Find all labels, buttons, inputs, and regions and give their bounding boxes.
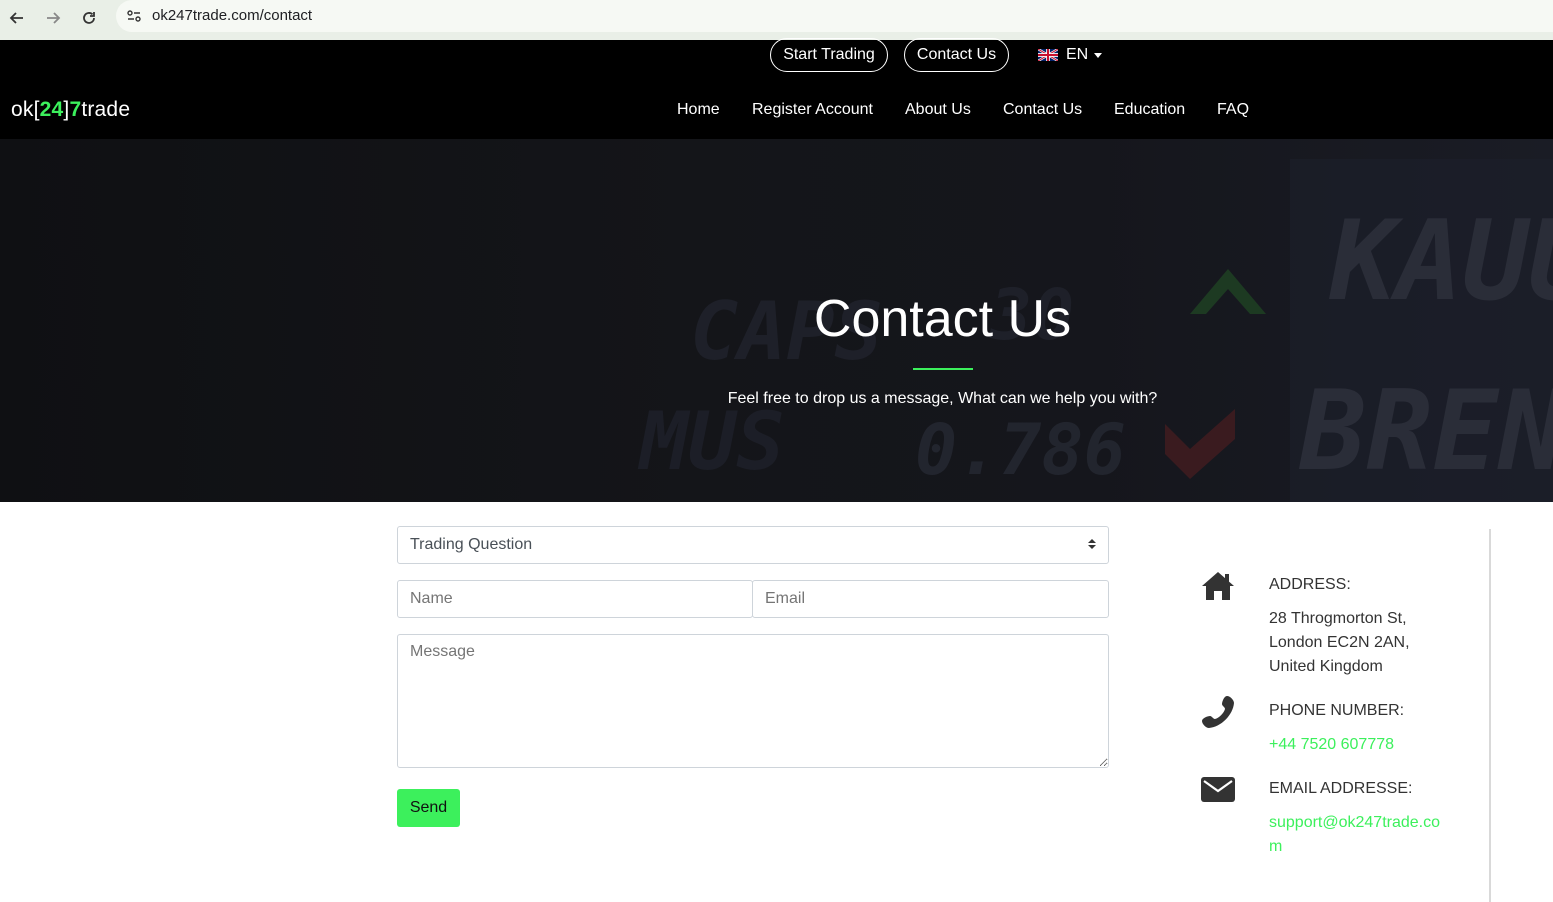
nav-home[interactable]: Home — [677, 101, 720, 119]
forward-icon[interactable] — [39, 4, 67, 32]
nav-about-us[interactable]: About Us — [905, 101, 971, 119]
logo-num2: 7 — [69, 98, 82, 121]
language-label: EN — [1066, 46, 1089, 63]
divider — [1489, 529, 1491, 902]
topic-select-value: Trading Question — [410, 536, 533, 553]
chevron-down-icon — [1094, 52, 1103, 58]
svg-text:0.786: 0.786 — [915, 409, 1126, 491]
svg-text:MUS: MUS — [637, 395, 785, 488]
site-settings-icon[interactable] — [122, 4, 146, 28]
page-title: Contact Us — [813, 290, 1072, 348]
phone-link[interactable]: +44 7520 607778 — [1269, 733, 1394, 757]
browser-toolbar: ok247trade.com/contact — [0, 0, 1553, 40]
phone-label: PHONE NUMBER: — [1269, 702, 1405, 719]
home-icon — [1200, 568, 1236, 604]
address-line-1: 28 Throgmorton St, — [1269, 610, 1407, 627]
nav-faq[interactable]: FAQ — [1217, 101, 1249, 119]
nav-register-account[interactable]: Register Account — [752, 101, 873, 119]
site-header: Start Trading Contact Us EN ok[24]7trade… — [0, 38, 1553, 139]
nav-contact-us[interactable]: Contact Us — [1003, 101, 1082, 119]
back-icon[interactable] — [3, 4, 31, 32]
logo-num1: 24 — [39, 98, 64, 121]
email-line-2: m — [1269, 838, 1283, 855]
address-line-2: London EC2N 2AN, — [1269, 634, 1410, 651]
logo-suffix: trade — [81, 98, 131, 121]
url-text: ok247trade.com/contact — [152, 7, 313, 24]
title-underline — [913, 368, 973, 370]
envelope-icon — [1200, 774, 1236, 810]
site-logo[interactable]: ok[24]7trade — [11, 98, 130, 122]
svg-text:BREN: BREN — [1298, 367, 1553, 495]
page-subtitle: Feel free to drop us a message, What can… — [727, 390, 1158, 407]
address-label: ADDRESS: — [1269, 576, 1351, 593]
nav-education[interactable]: Education — [1114, 101, 1185, 119]
send-button[interactable]: Send — [397, 789, 460, 827]
address-bar[interactable]: ok247trade.com/contact — [116, 0, 1553, 32]
reload-icon[interactable] — [75, 4, 103, 32]
language-selector[interactable]: EN — [1038, 46, 1103, 64]
name-field[interactable] — [397, 580, 753, 618]
uk-flag-icon — [1038, 49, 1058, 61]
address-value: 28 Throgmorton St, London EC2N 2AN, Unit… — [1269, 607, 1410, 679]
hero-banner: KAUU BREN CAPS 30 MUS 0.786 Contact Us F… — [0, 139, 1553, 502]
message-field[interactable] — [397, 634, 1109, 768]
start-trading-button[interactable]: Start Trading — [770, 38, 888, 72]
phone-icon — [1200, 694, 1236, 730]
email-label: EMAIL ADDRESSE: — [1269, 780, 1413, 797]
email-line-1: support@ok247trade.co — [1269, 814, 1441, 831]
email-link[interactable]: support@ok247trade.co m — [1269, 811, 1440, 859]
address-line-3: United Kingdom — [1269, 658, 1383, 675]
select-arrows-icon — [1088, 539, 1096, 549]
contact-us-top-button[interactable]: Contact Us — [904, 38, 1009, 72]
topic-select[interactable]: Trading Question — [397, 526, 1109, 564]
email-field[interactable] — [752, 580, 1109, 618]
logo-prefix: ok[ — [11, 98, 40, 121]
